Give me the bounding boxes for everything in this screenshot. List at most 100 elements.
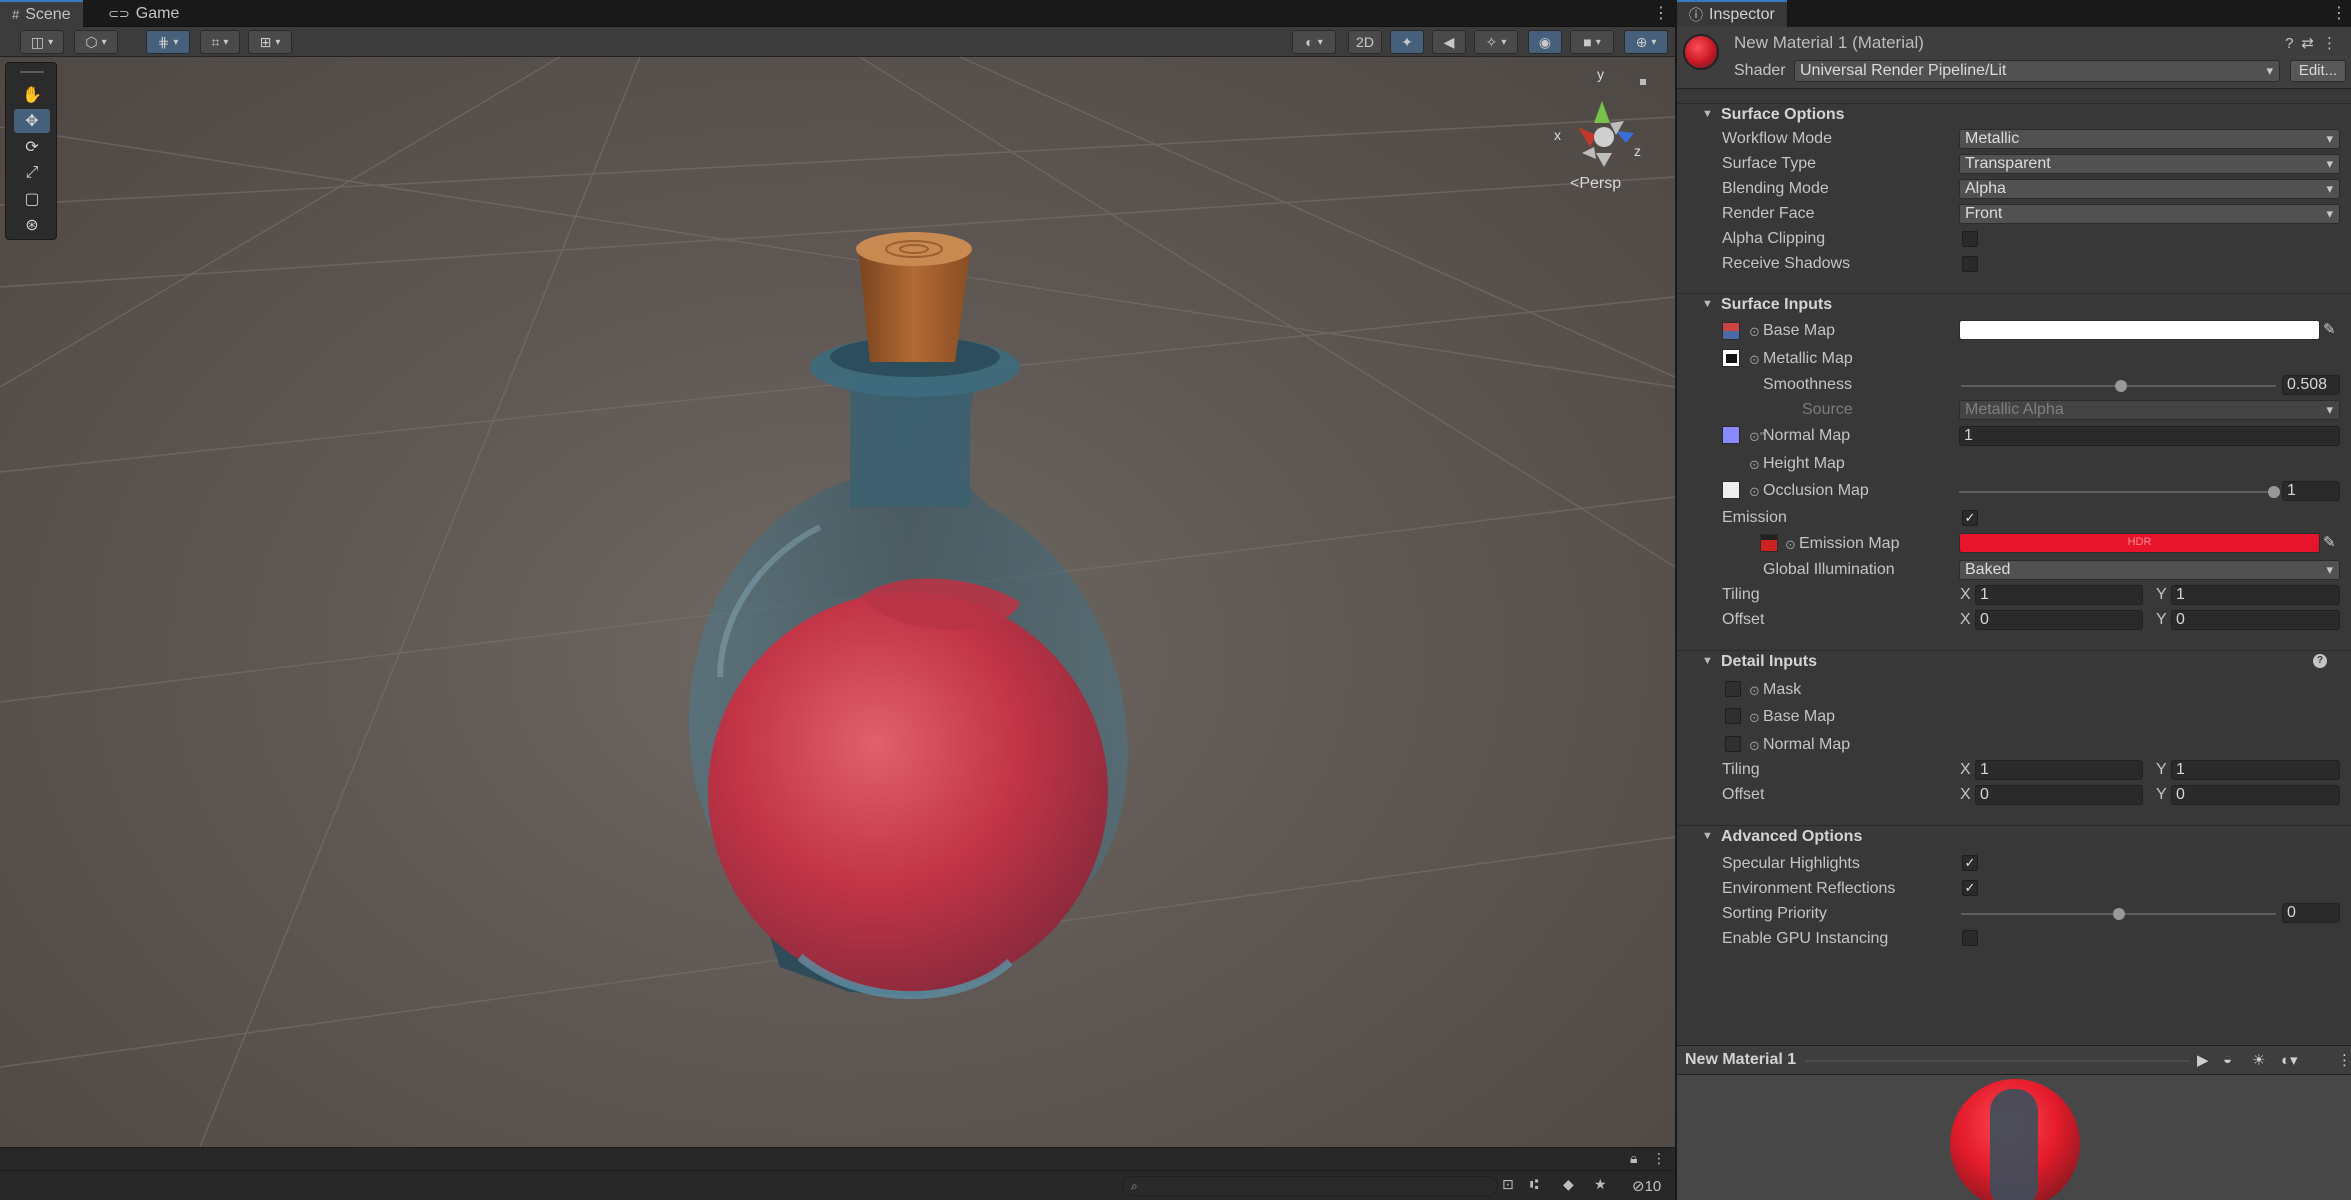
tiling-y-field[interactable]: 1 (2171, 585, 2340, 605)
rect-tool[interactable]: ▢ (14, 187, 50, 211)
statusbar-more-icon[interactable]: ⋮ (1652, 1150, 1666, 1167)
object-picker-icon[interactable]: ⊙ (1749, 710, 1760, 726)
emission-map-thumbnail[interactable] (1760, 534, 1778, 552)
eyedropper-icon[interactable]: ✎ (2323, 320, 2336, 338)
hidden-count[interactable]: ⊘10 (1632, 1177, 1661, 1195)
alpha-clipping-checkbox[interactable] (1962, 231, 1978, 247)
render-face-dropdown[interactable]: Front (1959, 204, 2340, 224)
header-more-icon[interactable]: ⋮ (2322, 35, 2345, 52)
potion-bottle[interactable] (688, 232, 1128, 1000)
lock-icon[interactable]: 🔒︎ (1630, 1150, 1637, 1167)
object-picker-icon[interactable]: ⊙ (1785, 537, 1796, 553)
gpu-instancing-checkbox[interactable] (1962, 930, 1978, 946)
search-input[interactable]: ⌕ (1122, 1176, 1498, 1196)
grid-snap-dropdown[interactable]: ⋕ ▾ (146, 30, 190, 54)
label-icon[interactable]: ◆ (1563, 1176, 1574, 1193)
occlusion-slider-track[interactable] (1959, 491, 2274, 493)
transform-tool[interactable]: ⊛ (14, 213, 50, 237)
filter-icon[interactable]: ⊡ (1502, 1176, 1514, 1193)
detail-offset-x-field[interactable]: 0 (1975, 785, 2143, 805)
preview-more-icon[interactable]: ⋮ (2337, 1051, 2351, 1069)
base-map-color-field[interactable] (1959, 320, 2320, 340)
scale-tool[interactable]: ⤢ (14, 161, 50, 185)
source-dropdown[interactable]: Metallic Alpha (1959, 400, 2340, 420)
draw-mode-dropdown[interactable]: ◫ ▾ (20, 30, 64, 54)
hand-tool[interactable]: ✋ (14, 83, 50, 107)
tab-game[interactable]: ⊂⊃ Game (96, 0, 191, 27)
detail-offset-y-field[interactable]: 0 (2171, 785, 2340, 805)
help-icon[interactable]: ? (2285, 35, 2301, 52)
global-illumination-dropdown[interactable]: Baked (1959, 560, 2340, 580)
rotate-tool[interactable]: ⟳ (14, 135, 50, 159)
detail-base-map-slot[interactable] (1725, 708, 1741, 724)
material-preview[interactable] (1677, 1075, 2351, 1200)
smoothness-value-field[interactable]: 0.508 (2282, 375, 2340, 395)
workflow-mode-dropdown[interactable]: Metallic (1959, 129, 2340, 149)
grid-visibility-dropdown[interactable]: ⊞ ▾ (248, 30, 292, 54)
tab-scene[interactable]: # Scene (0, 0, 83, 27)
play-icon[interactable]: ▶ (2197, 1051, 2209, 1069)
gizmos-dropdown[interactable]: ⊕ ▾ (1624, 30, 1668, 54)
preview-header[interactable]: New Material 1 ▶ ◒ ☀ ◐▾ ⋮ (1677, 1045, 2351, 1075)
palette-drag-handle[interactable] (20, 71, 44, 73)
base-map-thumbnail[interactable] (1722, 322, 1740, 340)
shader-dropdown[interactable]: Universal Render Pipeline/Lit (1794, 60, 2280, 82)
environment-reflections-checkbox[interactable]: ✓ (1962, 880, 1978, 896)
blending-mode-dropdown[interactable]: Alpha (1959, 179, 2340, 199)
eyedropper-icon[interactable]: ✎ (2323, 533, 2336, 551)
object-picker-icon[interactable]: ⊙ (1749, 484, 1760, 500)
metallic-map-thumbnail[interactable] (1722, 349, 1740, 367)
smoothness-slider-thumb[interactable] (2115, 380, 2128, 392)
preview-light-icon[interactable]: ☀ (2252, 1051, 2265, 1069)
object-picker-icon[interactable]: ⊙ (1749, 457, 1760, 473)
effects-dropdown[interactable]: ✧ ▾ (1474, 30, 1518, 54)
toggle-2d-button[interactable]: 2D (1348, 30, 1382, 54)
section-surface-options[interactable]: ▼ Surface Options (1677, 103, 2351, 127)
projection-toggle[interactable]: <Persp (1570, 175, 1621, 193)
offset-x-field[interactable]: 0 (1975, 610, 2143, 630)
normal-map-thumbnail[interactable] (1722, 426, 1740, 444)
tab-inspector[interactable]: ⓘ Inspector (1677, 0, 1787, 27)
render-mode-dropdown[interactable]: ⬡ ▾ (74, 30, 118, 54)
hierarchy-icon[interactable]: ⑆ (1530, 1176, 1538, 1192)
preview-background-icon[interactable]: ◐▾ (2281, 1051, 2298, 1069)
occlusion-slider-thumb[interactable] (2268, 486, 2280, 498)
tiling-x-field[interactable]: 1 (1975, 585, 2143, 605)
inspector-more-icon[interactable]: ⋮ (2331, 3, 2347, 23)
offset-y-field[interactable]: 0 (2171, 610, 2340, 630)
sorting-priority-value-field[interactable]: 0 (2282, 903, 2340, 923)
object-picker-icon[interactable]: ⊙ (1749, 738, 1760, 754)
edit-shader-button[interactable]: Edit... (2290, 60, 2346, 82)
scene-visibility-toggle[interactable]: ◉ (1528, 30, 1562, 54)
occlusion-value-field[interactable]: 1 (2282, 481, 2340, 501)
detail-mask-slot[interactable] (1725, 681, 1741, 697)
section-detail-inputs[interactable]: ▼ Detail Inputs ? (1677, 650, 2351, 674)
help-icon[interactable]: ? (2313, 654, 2327, 668)
preview-sphere-icon[interactable]: ◒ (2223, 1051, 2232, 1068)
increment-snap-dropdown[interactable]: ⌗ ▾ (200, 30, 240, 54)
emission-color-field[interactable]: HDR (1959, 533, 2320, 553)
audio-toggle-button[interactable]: ◀ (1432, 30, 1466, 54)
more-options-icon[interactable]: ⋮ (1653, 3, 1669, 23)
specular-highlights-checkbox[interactable]: ✓ (1962, 855, 1978, 871)
occlusion-map-thumbnail[interactable] (1722, 481, 1740, 499)
object-picker-icon[interactable]: ⊙ (1749, 324, 1760, 340)
object-picker-icon[interactable]: ⊙ (1749, 352, 1760, 368)
receive-shadows-checkbox[interactable] (1962, 256, 1978, 272)
sorting-priority-slider-thumb[interactable] (2112, 908, 2125, 920)
detail-normal-map-slot[interactable] (1725, 736, 1741, 752)
section-surface-inputs[interactable]: ▼ Surface Inputs (1677, 293, 2351, 317)
camera-dropdown[interactable]: ■ ▾ (1570, 30, 1614, 54)
scene-viewport[interactable]: y x z <Persp (0, 57, 1675, 1147)
object-picker-icon[interactable]: ⊙ (1749, 683, 1760, 699)
preset-icon[interactable]: ⇄ (2301, 35, 2322, 52)
section-advanced-options[interactable]: ▼ Advanced Options (1677, 825, 2351, 849)
detail-tiling-y-field[interactable]: 1 (2171, 760, 2340, 780)
shading-mode-dropdown[interactable]: ◐ ▾ (1292, 30, 1336, 54)
surface-type-dropdown[interactable]: Transparent (1959, 154, 2340, 174)
favorite-icon[interactable]: ★ (1594, 1176, 1607, 1193)
preview-resize-handle[interactable] (1805, 1060, 2190, 1062)
detail-tiling-x-field[interactable]: 1 (1975, 760, 2143, 780)
lighting-toggle-button[interactable]: ✦ (1390, 30, 1424, 54)
emission-checkbox[interactable]: ✓ (1962, 510, 1978, 526)
